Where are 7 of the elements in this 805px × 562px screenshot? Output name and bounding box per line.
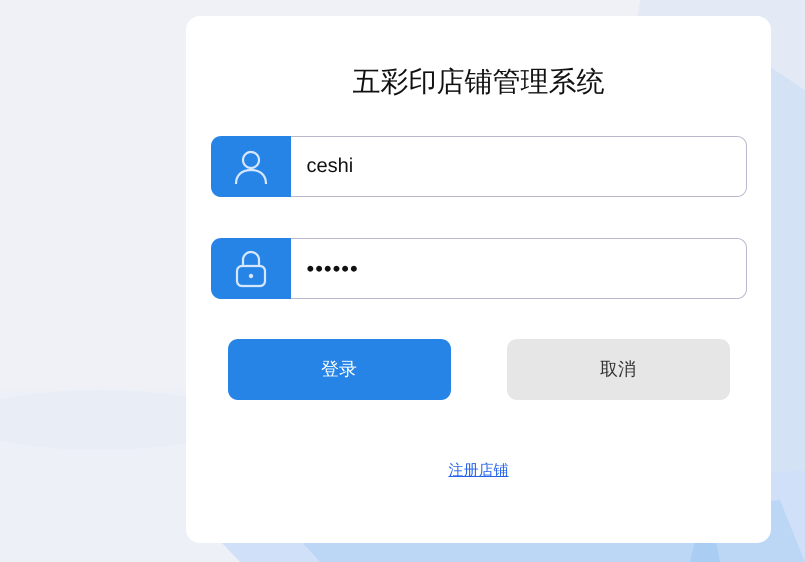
cancel-button[interactable]: 取消 [506,339,730,400]
lock-icon [234,250,268,288]
register-link[interactable]: 注册店铺 [448,460,508,482]
login-title: 五彩印店铺管理系统 [352,68,604,96]
password-field[interactable]: •••••• [290,238,746,299]
login-button[interactable]: 登录 [228,339,450,400]
username-field[interactable]: ceshi [290,136,746,197]
